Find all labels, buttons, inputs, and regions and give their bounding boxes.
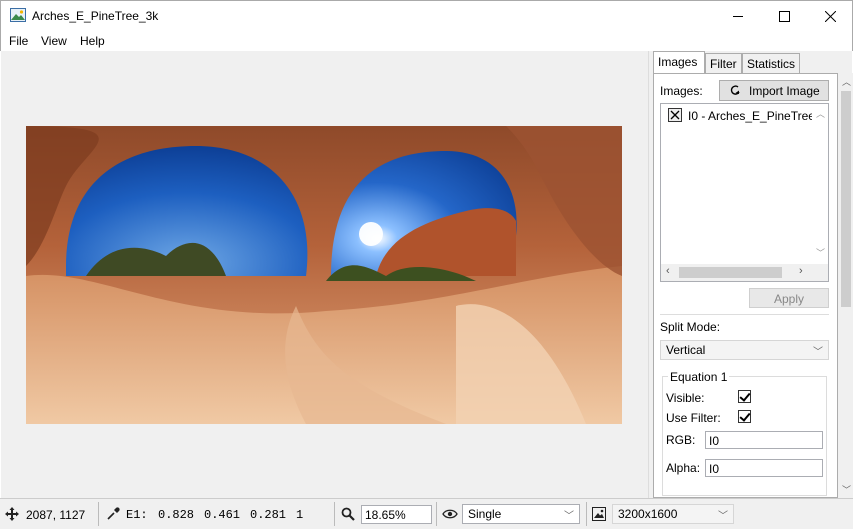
side-panel: Images Filter Statistics Images: Import … [648, 51, 853, 498]
tab-images-label: Images [658, 55, 698, 69]
menu-file[interactable]: File [9, 34, 28, 48]
status-separator [98, 502, 99, 526]
rgb-label: RGB: [666, 433, 696, 447]
visible-checkbox[interactable] [738, 390, 751, 403]
chevron-down-icon: ﹀ [813, 347, 823, 358]
split-mode-value: Vertical [666, 343, 706, 357]
app-image-icon [10, 8, 26, 22]
panel-vscroll[interactable]: ︿ ﹀ [839, 73, 853, 498]
maximize-button[interactable] [761, 1, 807, 31]
move-icon [5, 507, 19, 521]
visible-label: Visible: [666, 391, 705, 405]
image-list[interactable]: I0 - Arches_E_PineTree_ ︿ ﹀ ‹ › [660, 103, 829, 282]
zoom-icon [341, 507, 355, 521]
images-tab-body: Images: Import Image I0 - Arches_E_PineT… [653, 73, 838, 498]
eye-icon [442, 509, 458, 519]
menu-help[interactable]: Help [80, 34, 105, 48]
image-viewport[interactable] [1, 51, 648, 498]
chevron-down-icon: ﹀ [564, 511, 574, 522]
pixel-r: 0.828 [158, 508, 195, 522]
images-label: Images: [660, 84, 703, 98]
use-filter-label: Use Filter: [666, 411, 721, 425]
hscroll-thumb[interactable] [679, 267, 782, 278]
tab-filter[interactable]: Filter [705, 53, 742, 74]
alpha-input[interactable]: I0 [705, 459, 823, 477]
scroll-down-icon[interactable]: ﹀ [816, 246, 825, 259]
status-separator [334, 502, 335, 526]
list-vscroll[interactable]: ︿ ﹀ [812, 104, 828, 264]
maximize-icon [778, 10, 790, 22]
status-bar: 2087, 1127 E1: 0.828 0.461 0.281 1 18.65… [0, 498, 853, 529]
status-separator [586, 502, 587, 526]
eyedropper-icon [107, 507, 120, 520]
split-mode-select[interactable]: Vertical ﹀ [660, 340, 829, 360]
image-size-icon [592, 507, 606, 521]
scroll-up-icon[interactable]: ︿ [842, 75, 851, 88]
menu-bar: File View Help [0, 30, 853, 51]
view-mode-select[interactable]: Single ﹀ [462, 504, 580, 524]
apply-button[interactable]: Apply [749, 288, 829, 308]
zoom-input[interactable]: 18.65% [361, 505, 432, 524]
scroll-up-icon[interactable]: ︿ [816, 107, 825, 120]
view-mode-value: Single [468, 507, 502, 521]
import-image-button[interactable]: Import Image [719, 80, 829, 101]
split-mode-label: Split Mode: [660, 320, 721, 334]
import-icon [730, 85, 740, 95]
equation-title: Equation 1 [668, 370, 730, 384]
close-button[interactable] [807, 1, 853, 31]
pixel-g: 0.461 [204, 508, 241, 522]
pixel-b: 0.281 [250, 508, 287, 522]
remove-icon[interactable] [668, 108, 682, 122]
window-title: Arches_E_PineTree_3k [32, 9, 159, 23]
list-item-label: I0 - Arches_E_PineTree_ [688, 109, 822, 123]
minimize-button[interactable] [715, 1, 761, 31]
scroll-down-icon[interactable]: ﹀ [842, 483, 851, 496]
title-bar: Arches_E_PineTree_3k [0, 0, 853, 30]
scroll-right-icon[interactable]: › [799, 265, 803, 277]
import-image-label: Import Image [749, 84, 820, 98]
use-filter-checkbox[interactable] [738, 410, 751, 423]
divider [660, 314, 829, 315]
pixel-a: 1 [296, 508, 304, 522]
pixel-image-label: E1: [126, 508, 148, 522]
panorama-image [26, 126, 622, 424]
status-separator [436, 502, 437, 526]
cursor-position: 2087, 1127 [26, 508, 86, 522]
image-size-select[interactable]: 3200x1600 ﹀ [612, 504, 734, 524]
image-size-value: 3200x1600 [618, 507, 678, 521]
chevron-down-icon: ﹀ [718, 511, 728, 522]
tab-statistics-label: Statistics [747, 57, 796, 71]
tab-statistics[interactable]: Statistics [742, 53, 800, 74]
tab-images[interactable]: Images [653, 51, 705, 74]
scroll-left-icon[interactable]: ‹ [666, 265, 670, 277]
rgb-input[interactable]: I0 [705, 431, 823, 449]
vscroll-thumb[interactable] [841, 91, 851, 307]
list-item[interactable]: I0 - Arches_E_PineTree_ [662, 105, 822, 126]
close-icon [824, 10, 836, 22]
menu-view[interactable]: View [41, 34, 67, 48]
alpha-label: Alpha: [666, 461, 701, 475]
minimize-icon [732, 15, 743, 17]
tab-filter-label: Filter [710, 57, 737, 71]
list-hscroll[interactable]: ‹ › [661, 264, 828, 281]
